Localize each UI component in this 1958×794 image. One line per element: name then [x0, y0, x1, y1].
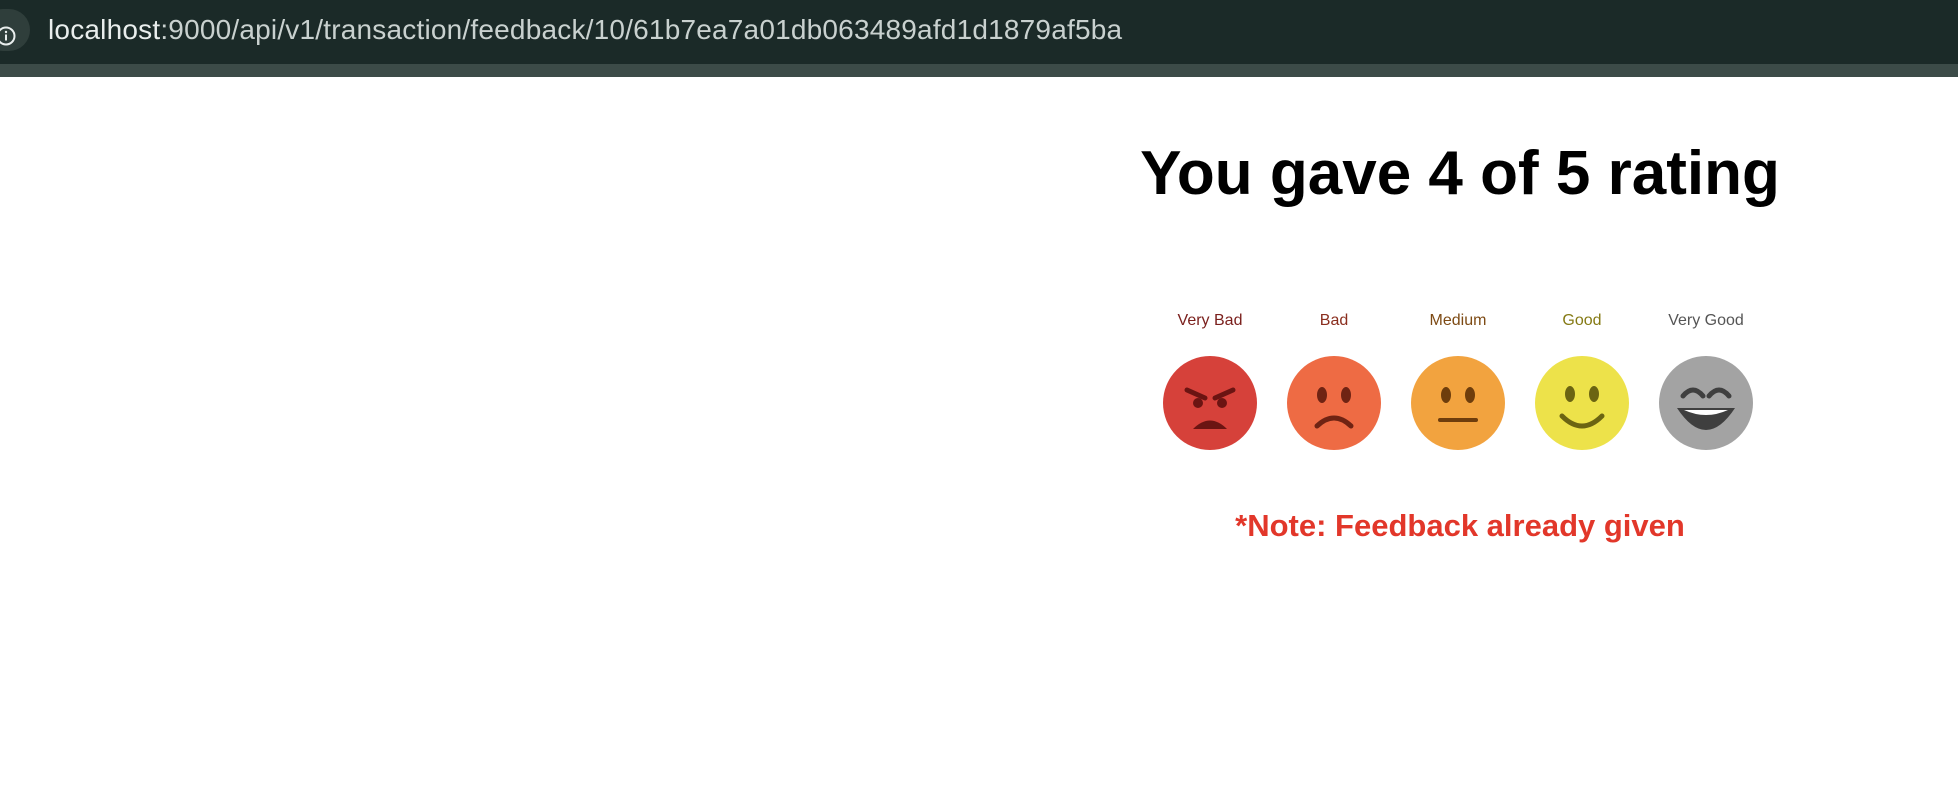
sad-face-icon — [1287, 356, 1381, 450]
feedback-note: *Note: Feedback already given — [1235, 508, 1685, 543]
toolbar-divider — [0, 64, 1958, 77]
rating-option-bad[interactable]: Bad — [1284, 310, 1384, 460]
rating-option-medium[interactable]: Medium — [1408, 310, 1508, 460]
url-host: localhost — [48, 14, 161, 45]
grin-face-icon — [1659, 356, 1753, 450]
rating-option-very-bad[interactable]: Very Bad — [1160, 310, 1260, 460]
info-icon[interactable] — [0, 9, 30, 51]
rating-label: Good — [1562, 312, 1602, 329]
browser-address-bar: localhost:9000/api/v1/transaction/feedba… — [0, 0, 1958, 64]
url-path: :9000/api/v1/transaction/feedback/10/61b… — [160, 14, 1123, 45]
smile-face-icon — [1535, 356, 1629, 450]
angry-face-icon — [1163, 356, 1257, 450]
rating-faces: Very Bad Bad Medium Good Very Good — [1160, 310, 1760, 460]
neutral-face-icon — [1411, 356, 1505, 450]
url-field[interactable]: localhost:9000/api/v1/transaction/feedba… — [48, 14, 1122, 46]
rating-option-good[interactable]: Good — [1532, 310, 1632, 460]
rating-label: Medium — [1429, 312, 1487, 329]
rating-label: Bad — [1319, 312, 1349, 329]
rating-label: Very Bad — [1177, 312, 1243, 329]
rating-label: Very Good — [1668, 312, 1744, 329]
page-title: You gave 4 of 5 rating — [1140, 139, 1780, 208]
rating-option-very-good[interactable]: Very Good — [1656, 310, 1756, 460]
